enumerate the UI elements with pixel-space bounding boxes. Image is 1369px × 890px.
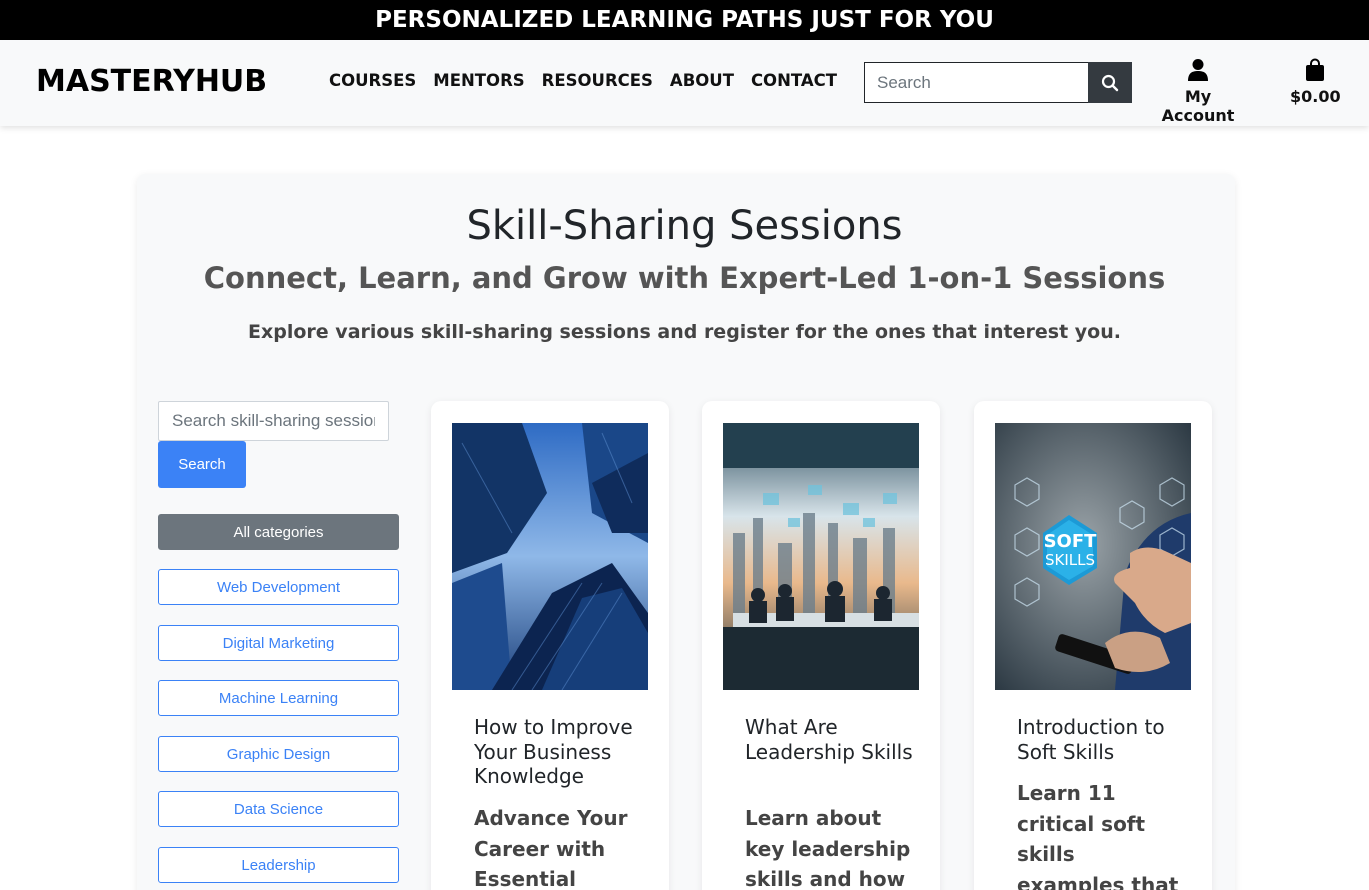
page-lead: Explore various skill-sharing sessions a… [248, 321, 1121, 343]
user-icon [1188, 59, 1208, 81]
nav-about[interactable]: ABOUT [670, 71, 734, 90]
page-title: Skill-Sharing Sessions [466, 203, 903, 249]
nav-courses[interactable]: COURSES [329, 71, 416, 90]
nav-resources[interactable]: RESOURCES [542, 71, 653, 90]
session-search-button[interactable]: Search [158, 441, 246, 488]
promo-banner: PERSONALIZED LEARNING PATHS JUST FOR YOU [0, 0, 1369, 40]
nav-contact[interactable]: CONTACT [751, 71, 837, 90]
my-account-label: My Account [1161, 87, 1235, 125]
session-card[interactable]: What Are Leadership Skills Learn about k… [702, 401, 940, 890]
session-card[interactable]: SOFT SKILLS Introduction to Soft Skills … [974, 401, 1212, 890]
cart-link[interactable]: $0.00 [1290, 58, 1341, 106]
category-graphic-design[interactable]: Graphic Design [158, 736, 399, 772]
main-nav: COURSES MENTORS RESOURCES ABOUT CONTACT [329, 71, 837, 90]
session-title[interactable]: What Are Leadership Skills [745, 715, 915, 764]
session-search-input[interactable] [158, 401, 389, 441]
cart-total: $0.00 [1290, 87, 1341, 106]
svg-text:SOFT: SOFT [1044, 531, 1098, 552]
session-description: Learn 11 critical soft skills examples t… [1017, 781, 1179, 890]
promo-text: PERSONALIZED LEARNING PATHS JUST FOR YOU [375, 7, 994, 33]
category-data-science[interactable]: Data Science [158, 791, 399, 827]
category-machine-learning[interactable]: Machine Learning [158, 680, 399, 716]
header-search [864, 62, 1132, 103]
site-header: MASTERYHUB COURSES MENTORS RESOURCES ABO… [0, 40, 1369, 126]
session-card[interactable]: How to Improve Your Business Knowledge A… [431, 401, 669, 890]
session-title[interactable]: Introduction to Soft Skills [1017, 715, 1187, 764]
session-title[interactable]: How to Improve Your Business Knowledge [474, 715, 644, 789]
header-search-input[interactable] [864, 62, 1088, 103]
boardroom-photo [723, 423, 919, 690]
site-logo[interactable]: MASTERYHUB [36, 64, 267, 99]
session-description: Advance Your Career with Essential [474, 806, 628, 890]
soft-skills-photo: SOFT SKILLS [995, 423, 1191, 690]
svg-text:SKILLS: SKILLS [1045, 551, 1095, 569]
my-account-link[interactable]: My Account [1148, 58, 1248, 125]
category-web-development[interactable]: Web Development [158, 569, 399, 605]
category-all[interactable]: All categories [158, 514, 399, 550]
skyscrapers-photo [452, 423, 648, 690]
nav-mentors[interactable]: MENTORS [433, 71, 524, 90]
header-search-button[interactable] [1088, 62, 1132, 103]
category-leadership[interactable]: Leadership [158, 847, 399, 883]
category-digital-marketing[interactable]: Digital Marketing [158, 625, 399, 661]
session-description: Learn about key leadership skills and ho… [745, 806, 911, 890]
search-icon [1101, 74, 1119, 91]
page-subtitle: Connect, Learn, and Grow with Expert-Led… [203, 261, 1166, 295]
shopping-bag-icon [1306, 58, 1324, 81]
